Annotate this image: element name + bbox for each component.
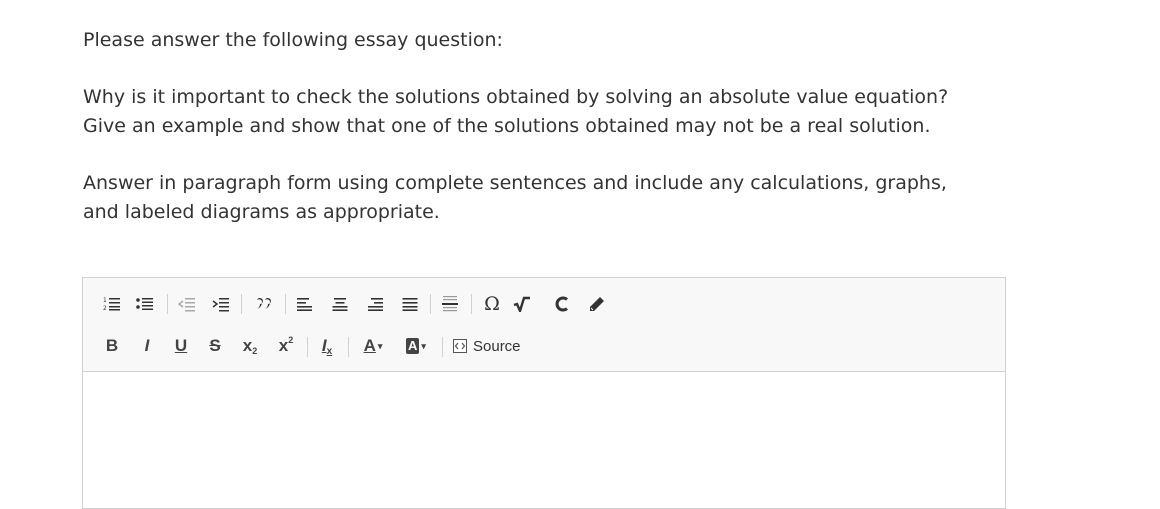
decrease-indent-icon[interactable] <box>176 293 198 315</box>
svg-text:2: 2 <box>103 305 107 312</box>
justify-icon[interactable] <box>399 293 421 315</box>
numbered-list-icon[interactable]: 12 <box>101 293 123 315</box>
essay-instructions: Answer in paragraph form using complete … <box>83 169 947 226</box>
toolbar-separator <box>307 337 308 357</box>
align-left-icon[interactable] <box>294 293 316 315</box>
toolbar-separator <box>471 294 472 314</box>
question-line-2: Give an example and show that one of the… <box>83 114 931 137</box>
essay-intro: Please answer the following essay questi… <box>83 26 503 55</box>
rich-text-editor: 12 Ω B I U S x 2 x 2 I x A ▾ A ▾ Source <box>82 277 1006 509</box>
editor-content-area[interactable] <box>83 372 1005 492</box>
instructions-line-1: Answer in paragraph form using complete … <box>83 172 947 194</box>
editor-toolbar: 12 Ω B I U S x 2 x 2 I x A ▾ A ▾ Source <box>83 278 1005 372</box>
superscript-button[interactable]: x2 <box>274 334 298 358</box>
blockquote-icon[interactable] <box>253 293 275 315</box>
align-center-icon[interactable] <box>329 293 351 315</box>
toolbar-separator <box>430 294 431 314</box>
toolbar-separator <box>348 337 349 357</box>
subscript-button[interactable]: x2 <box>238 334 262 358</box>
horizontal-line-icon[interactable] <box>439 293 461 315</box>
intro-text: Please answer the following essay questi… <box>83 29 503 51</box>
copy-format-icon[interactable] <box>551 292 573 316</box>
toolbar-separator <box>442 337 443 357</box>
instructions-line-2: and labeled diagrams as appropriate. <box>83 200 440 223</box>
svg-text:1: 1 <box>103 297 107 304</box>
special-character-icon[interactable]: Ω <box>481 292 503 316</box>
question-line-1: Why is it important to check the solutio… <box>83 86 949 108</box>
toolbar-separator <box>241 294 242 314</box>
source-button[interactable]: Source <box>453 334 527 358</box>
italic-button[interactable]: I <box>136 334 158 358</box>
background-color-button[interactable]: A ▾ <box>400 334 432 358</box>
math-icon[interactable] <box>511 292 533 316</box>
bold-button[interactable]: B <box>101 334 123 358</box>
text-color-button[interactable]: A ▾ <box>359 334 387 358</box>
essay-question: Why is it important to check the solutio… <box>83 83 948 140</box>
increase-indent-icon[interactable] <box>210 293 232 315</box>
underline-button[interactable]: U <box>170 334 192 358</box>
source-label: Source <box>473 337 521 355</box>
align-right-icon[interactable] <box>364 293 386 315</box>
remove-format-button[interactable]: Ix <box>315 334 339 358</box>
strikethrough-button[interactable]: S <box>204 334 226 358</box>
bulleted-list-icon[interactable] <box>134 293 156 315</box>
toolbar-separator <box>167 294 168 314</box>
source-icon <box>453 339 467 353</box>
pencil-icon[interactable] <box>586 292 608 316</box>
toolbar-separator <box>285 294 286 314</box>
